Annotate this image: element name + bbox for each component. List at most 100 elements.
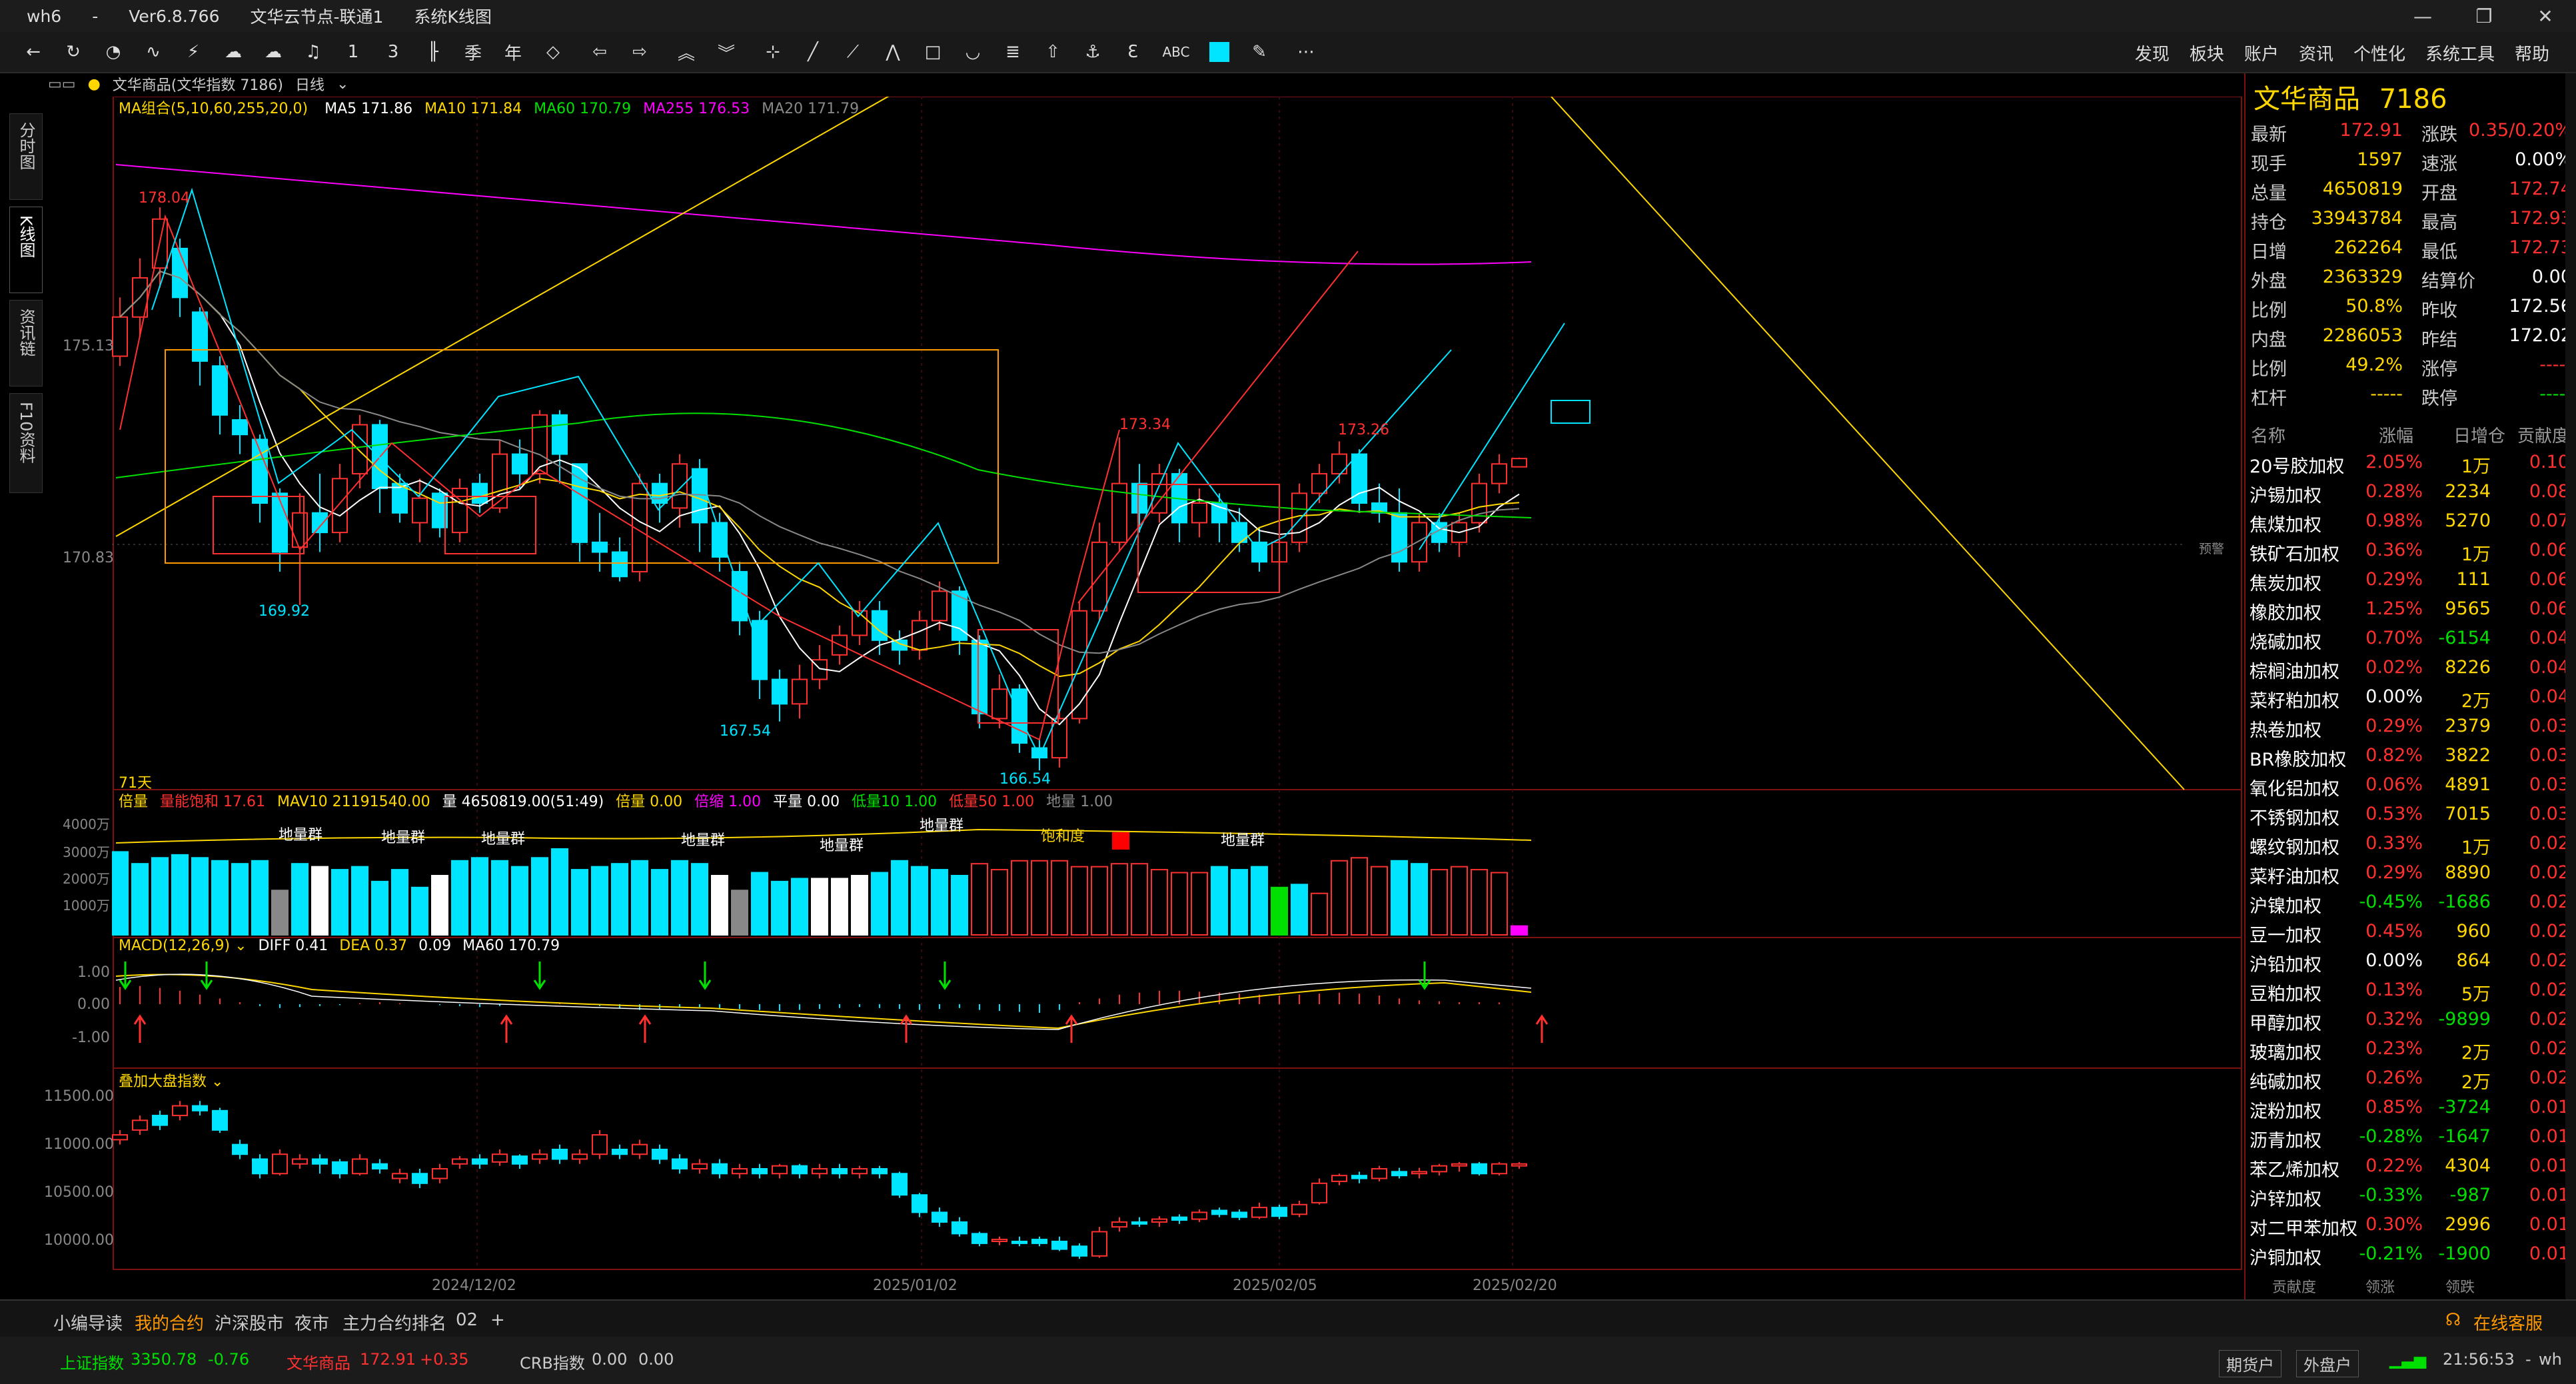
arrow-mark-icon[interactable]: ⇧: [1039, 39, 1066, 65]
constituent-row[interactable]: 沪铜加权 -0.21% -1900 0.01: [2246, 1239, 2576, 1269]
menu-discover[interactable]: 发现: [2135, 41, 2170, 65]
line-chart-icon[interactable]: ∿: [140, 39, 167, 65]
restore-button[interactable]: ❐: [2453, 0, 2515, 32]
alert-label[interactable]: 预警: [2199, 539, 2224, 557]
menu-system-tools[interactable]: 系统工具: [2425, 41, 2495, 65]
kline-chart-svg[interactable]: [112, 97, 2243, 1306]
tab-stock-market[interactable]: 沪深股市: [215, 1310, 284, 1335]
constituent-row[interactable]: 淀粉加权 0.85% -3724 0.01: [2246, 1093, 2576, 1122]
text-abc-button[interactable]: ABC: [1159, 39, 1193, 65]
eraser-icon[interactable]: ✎: [1246, 39, 1273, 65]
arrow-down-icon[interactable]: ︾: [713, 39, 740, 65]
right-scrollbar[interactable]: [2565, 73, 2576, 1299]
col-oi-change[interactable]: 日增仓: [2453, 422, 2505, 447]
col-change[interactable]: 涨幅: [2379, 422, 2413, 447]
constituent-row[interactable]: 铁矿石加权 0.36% 1万 0.06: [2246, 536, 2576, 565]
vol-header-item-0[interactable]: 倍量: [119, 794, 148, 810]
arrow-up-icon[interactable]: ︽: [673, 39, 700, 65]
text-e-icon[interactable]: Ɛ: [1119, 39, 1146, 65]
tab-02[interactable]: 02: [456, 1310, 478, 1330]
constituent-row[interactable]: 沪锌加权 -0.33% -987 0.01: [2246, 1181, 2576, 1210]
tab-editor-guide[interactable]: 小编导读: [53, 1310, 123, 1335]
season-button[interactable]: 季: [460, 39, 486, 65]
constituent-row[interactable]: 菜籽油加权 0.29% 8890 0.02: [2246, 858, 2576, 888]
constituent-row[interactable]: 菜籽粕加权 0.00% 2万 0.04: [2246, 682, 2576, 712]
draw-ray-icon[interactable]: ⟋: [840, 39, 866, 65]
headset-icon[interactable]: ☊: [2445, 1310, 2461, 1330]
cloud-icon[interactable]: ☁: [220, 39, 247, 65]
constituent-row[interactable]: 不锈钢加权 0.53% 7015 0.03: [2246, 800, 2576, 829]
period-1-button[interactable]: 1: [340, 39, 366, 65]
layout-icon[interactable]: ▭▭: [48, 76, 76, 93]
constituent-row[interactable]: 氧化铝加权 0.06% 4891 0.03: [2246, 770, 2576, 800]
constituent-row[interactable]: 沪锡加权 0.28% 2234 0.08: [2246, 477, 2576, 506]
draw-arc-icon[interactable]: ◡: [960, 39, 986, 65]
constituent-row[interactable]: BR橡胶加权 0.82% 3822 0.03: [2246, 741, 2576, 770]
fib-icon[interactable]: ⚓: [1079, 39, 1106, 65]
col-name[interactable]: 名称: [2251, 422, 2285, 447]
menu-account[interactable]: 账户: [2244, 41, 2279, 65]
close-button[interactable]: ✕: [2515, 0, 2576, 32]
tab-night-market[interactable]: 夜市: [295, 1310, 329, 1335]
constituent-row[interactable]: 纯碱加权 0.26% 2万 0.02: [2246, 1063, 2576, 1093]
constituent-row[interactable]: 豆一加权 0.45% 960 0.02: [2246, 917, 2576, 946]
constituent-row[interactable]: 沪镍加权 -0.45% -1686 0.02: [2246, 888, 2576, 917]
futures-account-button[interactable]: 期货户: [2219, 1350, 2281, 1377]
index-label[interactable]: 叠加大盘指数: [119, 1073, 207, 1090]
draw-rect-icon[interactable]: □: [920, 39, 946, 65]
constituent-row[interactable]: 烧碱加权 0.70% -6154 0.04: [2246, 624, 2576, 653]
constituent-row[interactable]: 螺纹钢加权 0.33% 1万 0.02: [2246, 829, 2576, 858]
tab-contribution[interactable]: 贡献度: [2272, 1275, 2316, 1297]
constituent-row[interactable]: 对二甲苯加权 0.30% 2996 0.01: [2246, 1210, 2576, 1239]
status-idx2-name[interactable]: 文华商品: [287, 1350, 350, 1373]
tab-leading-up[interactable]: 领涨: [2365, 1275, 2395, 1297]
col-contribution[interactable]: 贡献度: [2517, 422, 2569, 447]
constituent-row[interactable]: 豆粕加权 0.13% 5万 0.02: [2246, 976, 2576, 1005]
menu-news[interactable]: 资讯: [2299, 41, 2333, 65]
tab-my-contracts[interactable]: 我的合约: [135, 1310, 204, 1335]
constituent-row[interactable]: 焦炭加权 0.29% 111 0.06: [2246, 565, 2576, 594]
constituent-row[interactable]: 玻璃加权 0.23% 2万 0.02: [2246, 1034, 2576, 1063]
chevron-down-icon[interactable]: ⌄: [211, 1073, 223, 1090]
macd-label[interactable]: MACD(12,26,9): [119, 938, 230, 954]
constituent-row[interactable]: 焦煤加权 0.98% 5270 0.07: [2246, 506, 2576, 536]
refresh-icon[interactable]: ↻: [60, 39, 87, 65]
status-idx3-name[interactable]: CRB指数: [520, 1350, 585, 1373]
tab-intraday[interactable]: 分时图: [9, 113, 43, 200]
constituent-row[interactable]: 橡胶加权 1.25% 9565 0.06: [2246, 594, 2576, 624]
cloud-down-icon[interactable]: ☁: [260, 39, 287, 65]
period-3-button[interactable]: 3: [380, 39, 406, 65]
menu-help[interactable]: 帮助: [2515, 41, 2549, 65]
menu-personalize[interactable]: 个性化: [2353, 41, 2405, 65]
constituent-row[interactable]: 沪铅加权 0.00% 864 0.02: [2246, 946, 2576, 976]
constituent-row[interactable]: 热卷加权 0.29% 2379 0.03: [2246, 712, 2576, 741]
bell-icon[interactable]: ♫: [300, 39, 326, 65]
menu-sectors[interactable]: 板块: [2190, 41, 2224, 65]
chevron-down-icon[interactable]: ⌄: [235, 938, 247, 954]
chevron-down-icon[interactable]: ⌄: [336, 76, 348, 93]
crosshair-icon[interactable]: ⊹: [760, 39, 786, 65]
constituent-row[interactable]: 棕榈油加权 0.02% 8226 0.04: [2246, 653, 2576, 682]
period-select[interactable]: 日线: [295, 73, 324, 95]
minimize-button[interactable]: —: [2392, 0, 2453, 32]
tab-kline[interactable]: K线图: [9, 207, 43, 293]
tab-main-contract-rank[interactable]: 主力合约排名: [342, 1310, 446, 1335]
year-button[interactable]: 年: [500, 39, 526, 65]
add-tab-button[interactable]: +: [490, 1310, 505, 1330]
tab-leading-down[interactable]: 领跌: [2445, 1275, 2475, 1297]
tab-f10[interactable]: F10资料: [9, 393, 43, 493]
constituent-row[interactable]: 沥青加权 -0.28% -1647 0.01: [2246, 1122, 2576, 1151]
diamond-icon[interactable]: ◇: [540, 39, 566, 65]
tab-news-chain[interactable]: 资讯链: [9, 300, 43, 386]
constituent-row[interactable]: 20号胶加权 2.05% 1万 0.10: [2246, 448, 2576, 477]
candle-icon[interactable]: ╟: [420, 39, 446, 65]
status-idx1-name[interactable]: 上证指数: [60, 1350, 124, 1373]
constituent-row[interactable]: 苯乙烯加权 0.22% 4304 0.01: [2246, 1151, 2576, 1181]
pie-chart-icon[interactable]: ◔: [100, 39, 127, 65]
back-arrow-icon[interactable]: ←: [20, 39, 47, 65]
draw-line-icon[interactable]: ╱: [800, 39, 826, 65]
more-icon[interactable]: ⋯: [1293, 39, 1319, 65]
color-box-icon[interactable]: [1206, 39, 1233, 65]
arrow-left-icon[interactable]: ⇦: [586, 39, 613, 65]
chart-area[interactable]: MA组合(5,10,60,255,20,0) MA5 171.86 MA10 17…: [44, 97, 2243, 1306]
